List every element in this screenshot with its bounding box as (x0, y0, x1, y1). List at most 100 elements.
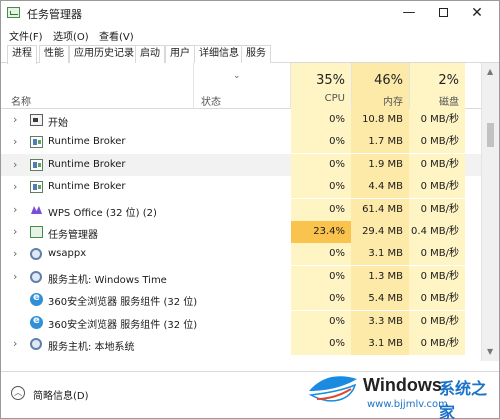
expand-chevron-icon[interactable]: › (13, 180, 17, 193)
disk-value: 0 MB/秒 (409, 265, 465, 288)
disk-value: 0 MB/秒 (409, 198, 465, 221)
close-button[interactable]: ✕ (459, 1, 495, 25)
process-name: 360安全浏览器 服务组件 (32 位) (48, 297, 198, 309)
disk-value: 0 MB/秒 (409, 333, 465, 355)
memory-value: 3.3 MB (351, 310, 409, 333)
start-window-icon (30, 114, 43, 126)
expand-chevron-icon[interactable]: › (13, 203, 17, 216)
runtime-broker-icon (30, 181, 43, 194)
process-table-header: ⌄ 名称 状态 35% CPU 46% 内存 2% 磁盘 (1, 63, 481, 109)
memory-value: 61.4 MB (351, 198, 409, 221)
process-row[interactable]: › 服务主机: 本地系统 0% 3.1 MB 0 MB/秒 (1, 333, 481, 355)
collapse-chevron-icon[interactable]: ︿ (11, 386, 25, 400)
process-name: Runtime Broker (48, 181, 126, 193)
gear-icon (30, 338, 42, 350)
title-bar[interactable]: 任务管理器 — ✕ (1, 1, 499, 25)
windows-logo-icon (308, 376, 357, 402)
process-row[interactable]: › Runtime Broker 0% 1.7 MB 0 MB/秒 (1, 131, 481, 154)
tab-startup[interactable]: 启动 (135, 45, 165, 63)
minimize-button[interactable]: — (391, 1, 427, 25)
process-row[interactable]: 360安全浏览器 服务组件 (32 位) 0%3.3 MB0 MB/秒 (1, 310, 481, 333)
disk-value: 0.4 MB/秒 (409, 221, 465, 243)
process-name: 开始 (48, 118, 68, 129)
cpu-value: 0% (291, 109, 351, 131)
process-row[interactable]: › wsappx 0% 3.1 MB 0 MB/秒 (1, 243, 481, 266)
expand-chevron-icon[interactable]: › (13, 158, 17, 171)
menu-file[interactable]: 文件(F) (9, 28, 43, 43)
menu-bar: 文件(F) 选项(O) 查看(V) (1, 25, 499, 43)
column-name[interactable]: 名称 (11, 93, 31, 108)
process-row[interactable]: › Runtime Broker 0% 4.4 MB 0 MB/秒 (1, 176, 481, 199)
cpu-column-header[interactable]: 35% CPU (291, 63, 351, 109)
process-name: 服务主机: 本地系统 (48, 342, 135, 353)
menu-view[interactable]: 查看(V) (99, 28, 134, 43)
expand-chevron-icon[interactable]: › (13, 113, 17, 126)
360-browser-icon (30, 292, 43, 307)
process-row[interactable]: 360安全浏览器 服务组件 (32 位) 0%5.4 MB0 MB/秒 (1, 288, 481, 311)
360-browser-icon (30, 315, 43, 329)
gear-icon (30, 248, 42, 261)
expand-chevron-icon[interactable]: › (13, 225, 17, 238)
tab-performance[interactable]: 性能 (39, 45, 69, 63)
scrollbar-thumb[interactable] (487, 123, 494, 147)
disk-column-header[interactable]: 2% 磁盘 (410, 63, 465, 109)
memory-value: 29.4 MB (351, 221, 409, 243)
menu-options[interactable]: 选项(O) (53, 28, 89, 43)
tab-details[interactable]: 详细信息 (194, 45, 244, 63)
task-manager-icon (30, 226, 43, 238)
cpu-label: CPU (324, 93, 345, 104)
memory-value: 4.4 MB (351, 176, 409, 199)
watermark-url: www.bjjmlv.com (367, 399, 448, 410)
maximize-icon (438, 8, 448, 17)
cpu-value: 0% (291, 153, 351, 176)
process-name: Runtime Broker (48, 158, 126, 170)
scroll-down-icon[interactable]: ▼ (487, 347, 493, 356)
tab-services[interactable]: 服务 (241, 45, 271, 63)
tab-users[interactable]: 用户 (165, 45, 195, 63)
column-status[interactable]: 状态 (201, 93, 221, 108)
cpu-value: 0% (291, 310, 351, 333)
memory-value: 1.9 MB (351, 153, 409, 176)
process-name: 服务主机: Windows Time (48, 274, 167, 286)
expand-chevron-icon[interactable]: › (13, 337, 17, 350)
cpu-value: 0% (291, 265, 351, 288)
process-row[interactable]: › Runtime Broker 0% 1.9 MB 0 MB/秒 (1, 153, 481, 176)
wps-icon (30, 204, 43, 216)
expand-chevron-icon[interactable]: › (13, 270, 17, 283)
watermark-brand: Windows (363, 375, 442, 395)
watermark-site: 系统之家 (439, 379, 488, 419)
tab-app-history[interactable]: 应用历史记录 (69, 45, 139, 63)
cpu-value: 0% (291, 333, 351, 355)
disk-value: 0 MB/秒 (409, 288, 465, 311)
process-row[interactable]: › 服务主机: Windows Time 0% 1.3 MB 0 MB/秒 (1, 265, 481, 288)
memory-value: 1.7 MB (351, 131, 409, 154)
disk-value: 0 MB/秒 (409, 310, 465, 333)
disk-value: 0 MB/秒 (409, 153, 465, 176)
cpu-value: 23.4% (291, 221, 351, 243)
fewer-details-link[interactable]: 简略信息(D) (33, 387, 89, 402)
process-row[interactable]: › 任务管理器 23.4% 29.4 MB 0.4 MB/秒 (1, 221, 481, 243)
process-list[interactable]: › 开始 0% 10.8 MB 0 MB/秒 › Runtime Broker 0% 1.7 M… (1, 109, 481, 359)
memory-column-header[interactable]: 46% 内存 (352, 63, 409, 109)
tab-processes[interactable]: 进程 (7, 45, 37, 64)
process-name: WPS Office (32 位) (2) (48, 207, 157, 219)
task-manager-icon (7, 7, 20, 18)
expand-chevron-icon[interactable]: › (13, 135, 17, 148)
disk-value: 0 MB/秒 (409, 109, 465, 131)
process-name: Runtime Broker (48, 136, 126, 148)
cpu-value: 0% (291, 288, 351, 311)
cpu-value: 0% (291, 131, 351, 154)
disk-value: 0 MB/秒 (409, 176, 465, 199)
process-row[interactable]: › WPS Office (32 位) (2) 0% 61.4 MB 0 MB/秒 (1, 198, 481, 221)
expand-chevron-icon[interactable]: › (13, 247, 17, 260)
column-divider[interactable] (193, 63, 194, 109)
memory-value: 3.1 MB (351, 243, 409, 266)
sort-indicator-icon[interactable]: ⌄ (233, 71, 241, 81)
process-row[interactable]: › 开始 0% 10.8 MB 0 MB/秒 (1, 109, 481, 131)
window-title: 任务管理器 (27, 8, 82, 21)
vertical-scrollbar[interactable]: ▲ ▼ (481, 63, 499, 361)
scroll-up-icon[interactable]: ▲ (487, 67, 493, 76)
maximize-button[interactable] (425, 1, 461, 25)
gear-icon (30, 270, 42, 283)
disk-label: 磁盘 (439, 97, 459, 108)
